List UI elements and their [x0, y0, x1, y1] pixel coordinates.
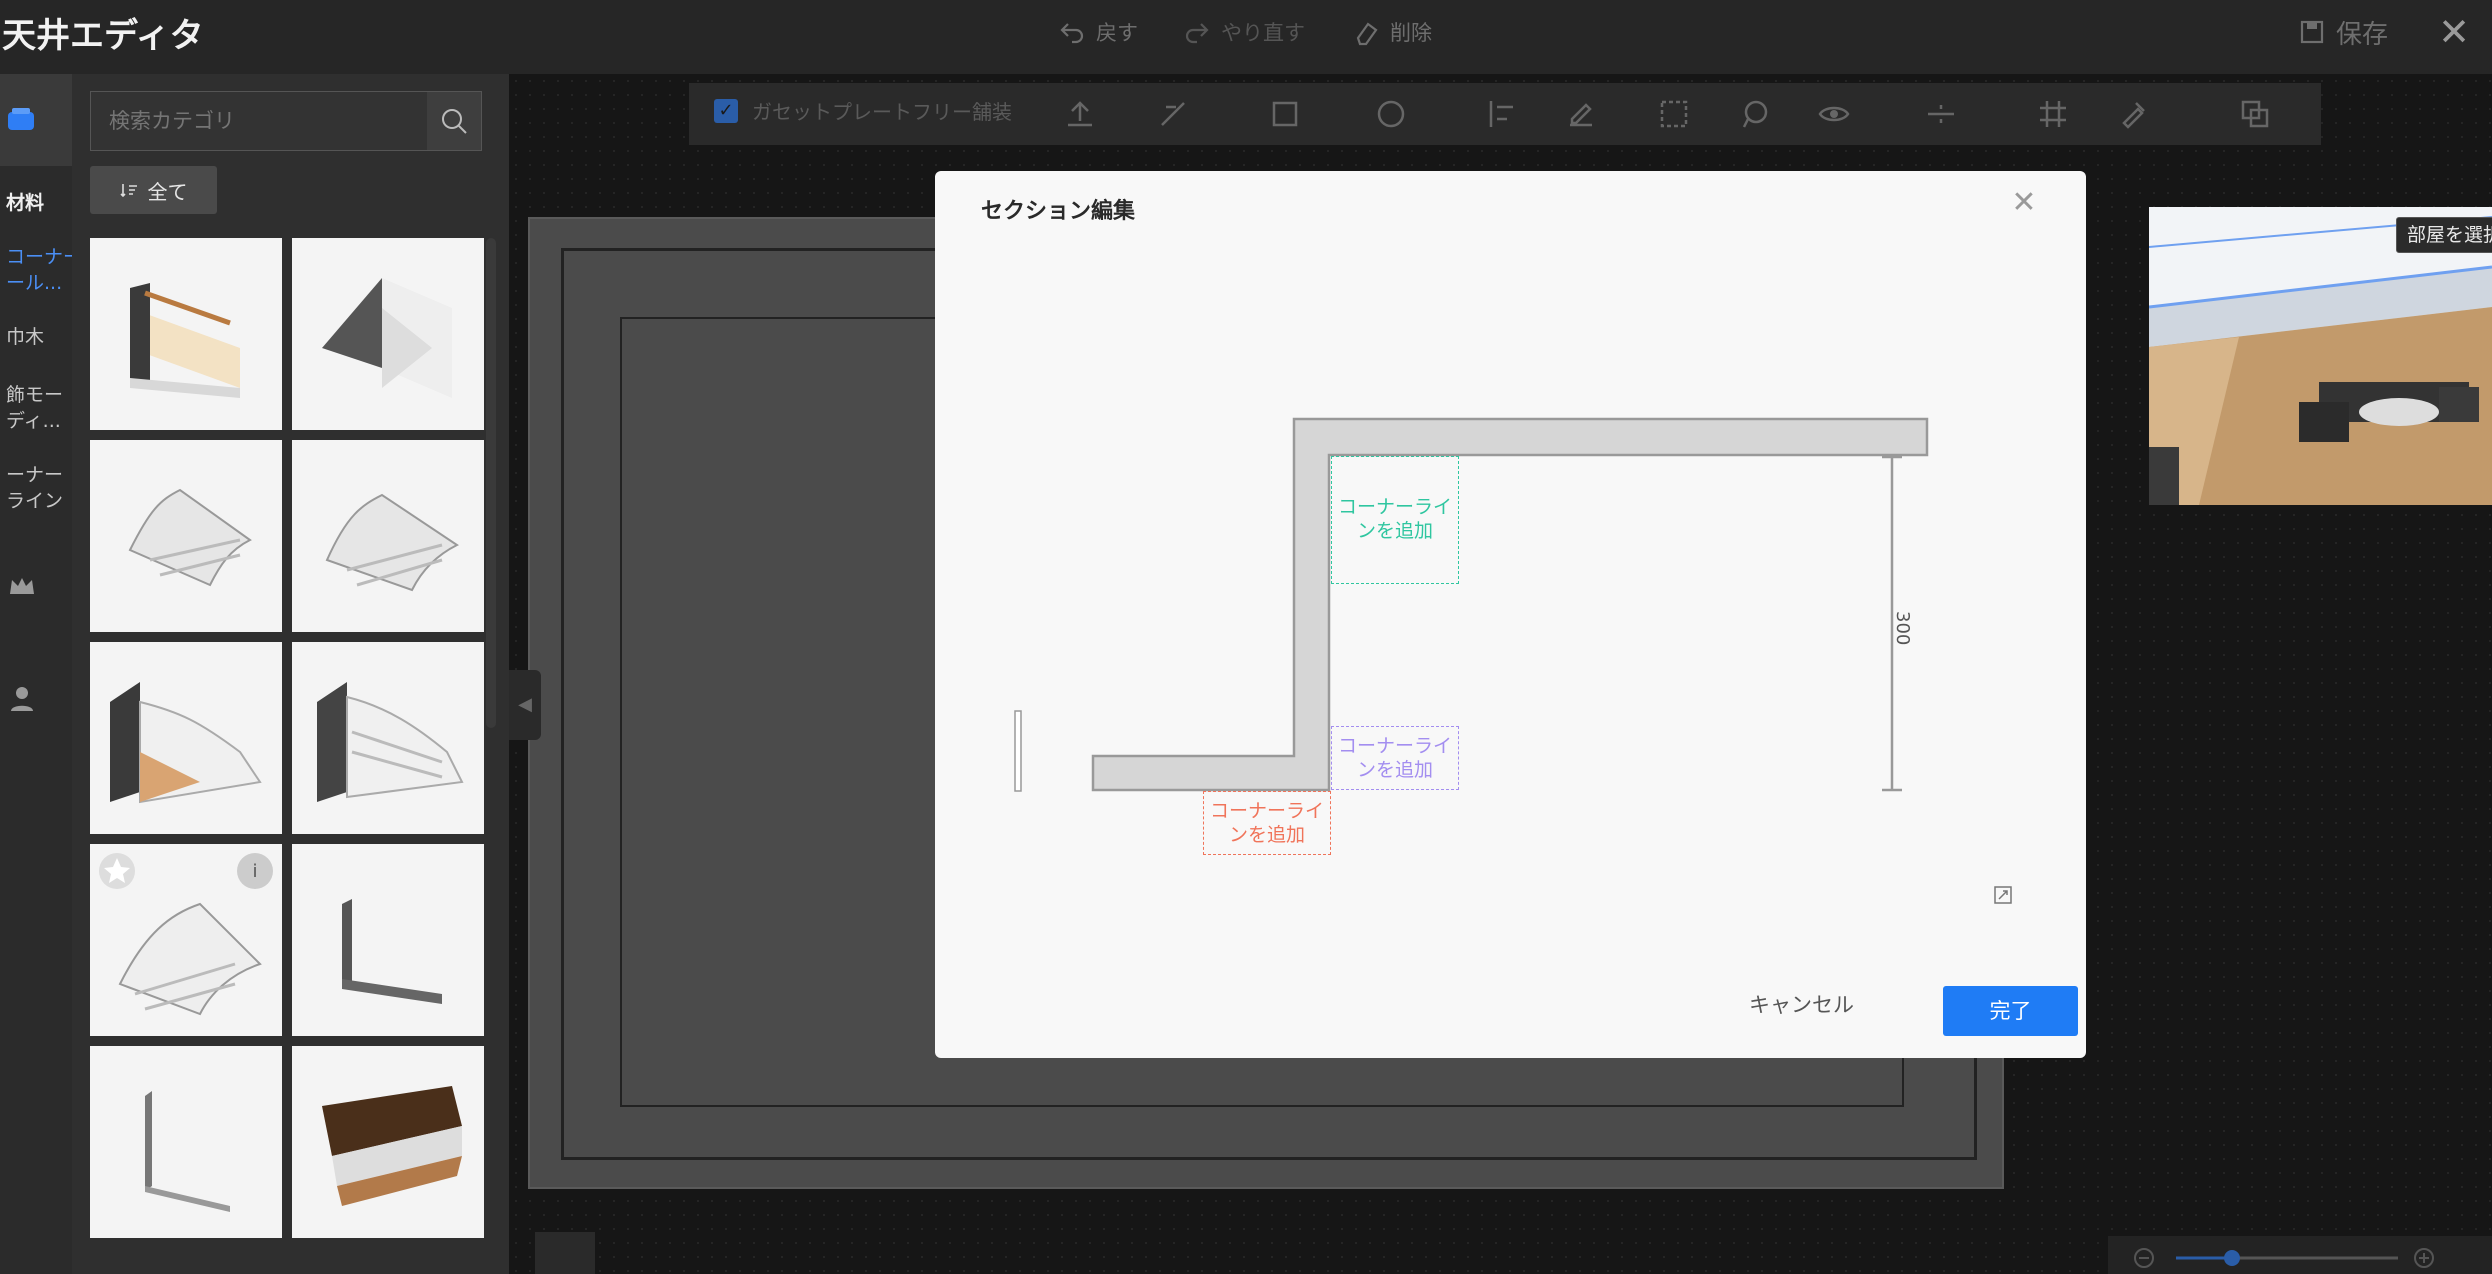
material-tile[interactable] — [292, 440, 484, 632]
rail-item-decor-molding[interactable]: 飾モー ディ... — [6, 382, 63, 434]
select-room-button[interactable]: 部屋を選択 — [2396, 217, 2492, 253]
rail-item-baseboard[interactable]: 巾木 — [6, 324, 44, 350]
divider-icon[interactable] — [1924, 97, 1958, 131]
rail-item-materials[interactable]: 材料 — [6, 190, 44, 216]
search-button[interactable] — [427, 92, 481, 150]
material-tile[interactable] — [292, 844, 484, 1036]
close-editor-icon[interactable]: ✕ — [2434, 12, 2474, 52]
search-input[interactable] — [91, 92, 427, 150]
filter-label: 全て — [147, 179, 188, 204]
grid-icon[interactable] — [2036, 97, 2070, 131]
redo-icon — [1185, 23, 1209, 44]
delete-button[interactable]: 削除 — [1352, 12, 1432, 52]
material-tile[interactable] — [90, 440, 282, 632]
material-tile[interactable] — [90, 238, 282, 430]
draw-line-icon[interactable] — [1158, 97, 1192, 131]
search-icon — [442, 109, 467, 134]
eraser-icon — [1356, 22, 1378, 46]
checkbox-label: ガセットプレートフリー舗装 — [752, 100, 1012, 124]
redo-label: やり直す — [1221, 21, 1305, 45]
crown-icon[interactable] — [8, 574, 36, 602]
top-bar: 天井エディタ 戻す やり直す 削除 保存 ✕ — [0, 0, 2492, 74]
circle-icon[interactable] — [1374, 97, 1408, 131]
material-tile[interactable] — [90, 642, 282, 834]
view-icon[interactable] — [1817, 97, 1851, 131]
collapse-panel-button[interactable]: ◀ — [509, 670, 541, 740]
sort-icon — [119, 184, 137, 198]
materials-icon — [8, 108, 34, 130]
material-tile[interactable] — [90, 1046, 282, 1238]
select-area-icon[interactable] — [1657, 97, 1691, 131]
save-button[interactable]: 保存 — [2298, 12, 2388, 52]
add-corner-line-button-bottom[interactable]: コーナーライ ンを追加 — [1203, 791, 1331, 855]
user-icon[interactable] — [8, 684, 36, 716]
redo-button[interactable]: やり直す — [1183, 12, 1305, 52]
undo-label: 戻す — [1096, 21, 1138, 45]
add-corner-line-button-middle[interactable]: コーナーライ ンを追加 — [1331, 726, 1459, 790]
delete-label: 削除 — [1390, 21, 1432, 45]
layers-icon[interactable] — [2238, 97, 2272, 131]
save-icon — [2300, 20, 2324, 44]
material-tile[interactable] — [292, 1046, 484, 1238]
cancel-button[interactable]: キャンセル — [1749, 989, 1854, 1019]
add-corner-line-button-top[interactable]: コーナーライ ンを追加 — [1331, 456, 1459, 584]
filter-all-button[interactable]: 全て — [90, 166, 217, 214]
align-icon[interactable] — [1485, 97, 1519, 131]
done-button[interactable]: 完了 — [1943, 986, 2078, 1036]
rail-item-corner-line[interactable]: ーナー ライン — [6, 462, 63, 514]
material-tile[interactable]: i — [90, 844, 282, 1036]
app-title: 天井エディタ — [2, 16, 204, 56]
undo-icon — [1060, 23, 1084, 44]
search-box — [90, 91, 482, 151]
material-tile[interactable] — [292, 642, 484, 834]
rectangle-icon[interactable] — [1268, 97, 1302, 131]
materials-tab[interactable] — [0, 74, 72, 166]
paint-icon[interactable] — [2116, 97, 2150, 131]
section-profile — [1014, 417, 2012, 904]
material-panel: 全て i — [72, 74, 509, 1274]
3d-view-button[interactable] — [535, 1232, 595, 1274]
rail-item-cornice[interactable]: コーナー ール... — [6, 244, 82, 296]
category-rail: 材料 コーナー ール... 巾木 飾モー ディ... ーナー ライン — [0, 74, 82, 1274]
material-grid: i — [90, 238, 486, 1274]
save-label: 保存 — [2336, 19, 2389, 50]
gusset-checkbox-row[interactable]: ✓ ガセットプレートフリー舗装 — [714, 96, 1012, 125]
material-tile[interactable] — [292, 238, 484, 430]
checkbox[interactable]: ✓ — [714, 98, 738, 123]
section-edit-dialog: セクション編集 ✕ 300 コーナーライ ンを追加 コーナーライ ンを追加 コー… — [935, 171, 2086, 1058]
upload-icon[interactable] — [1063, 97, 1097, 131]
svg-text:i: i — [252, 861, 257, 882]
edit-icon[interactable] — [1564, 97, 1598, 131]
dimension-label: 300 — [1892, 611, 1913, 646]
panel-scrollbar[interactable] — [486, 238, 496, 728]
zoom-control[interactable] — [2108, 1236, 2492, 1274]
lasso-icon[interactable] — [1738, 97, 1772, 131]
undo-button[interactable]: 戻す — [1058, 12, 1138, 52]
